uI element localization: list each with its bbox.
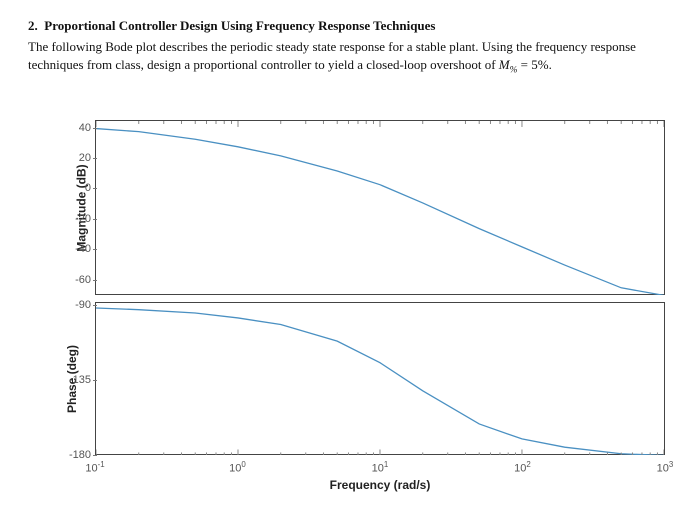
frequency-tick: 101 (372, 460, 389, 475)
phase-tick: -90 (63, 299, 91, 311)
frequency-tick: 100 (229, 460, 246, 475)
phase-panel: Phase (deg) (95, 302, 665, 455)
phase-tick: -180 (63, 449, 91, 461)
magnitude-axis-label: Magnitude (dB) (75, 164, 89, 251)
magnitude-panel: Magnitude (dB) (95, 120, 665, 295)
magnitude-tick: 0 (63, 182, 91, 194)
frequency-tick: 103 (657, 460, 674, 475)
question-body: The following Bode plot describes the pe… (28, 38, 672, 77)
question-title: Proportional Controller Design Using Fre… (44, 18, 435, 33)
question-heading: 2. Proportional Controller Design Using … (28, 18, 672, 34)
x-tick-row: 10-1100101102103 (95, 460, 665, 476)
overshoot-var: M (499, 57, 510, 72)
question-number: 2. (28, 18, 38, 33)
frequency-tick: 102 (514, 460, 531, 475)
magnitude-curve (96, 121, 664, 295)
bode-plot: Magnitude (dB) Phase (deg) 10-1100101102… (95, 120, 665, 480)
magnitude-tick: -20 (63, 213, 91, 225)
magnitude-tick: 20 (63, 152, 91, 164)
x-axis-label: Frequency (rad/s) (95, 478, 665, 492)
overshoot-eq: = 5%. (517, 57, 551, 72)
phase-tick: -135 (63, 374, 91, 386)
phase-curve (96, 303, 664, 455)
magnitude-tick: -40 (63, 243, 91, 255)
magnitude-tick: -60 (63, 274, 91, 286)
frequency-tick: 10-1 (85, 460, 104, 475)
magnitude-tick: 40 (63, 122, 91, 134)
